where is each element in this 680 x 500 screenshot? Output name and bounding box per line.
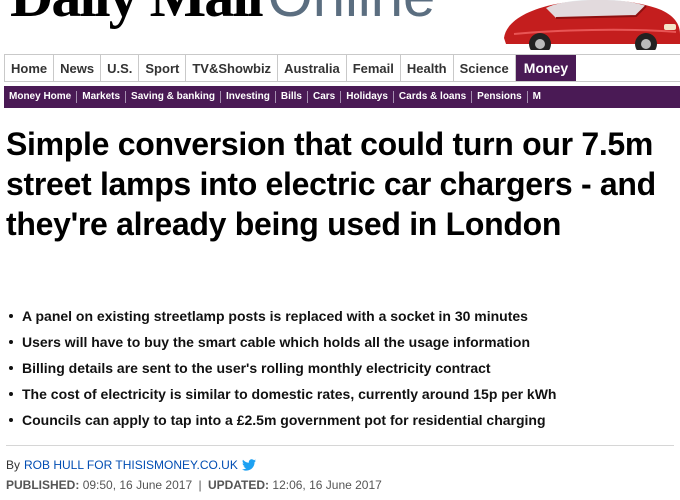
nav-item-sport[interactable]: Sport	[139, 55, 187, 81]
author-link[interactable]: ROB HULL FOR THISISMONEY.CO.UK	[24, 458, 238, 472]
summary-bullet: Billing details are sent to the user's r…	[6, 355, 674, 381]
summary-bullet: The cost of electricity is similar to do…	[6, 381, 674, 407]
logo-online: Online	[268, 0, 436, 29]
site-logo[interactable]: Daily MailOnline	[10, 0, 435, 26]
bullet-dot-icon	[9, 340, 13, 344]
nav-item-health[interactable]: Health	[401, 55, 454, 81]
divider	[6, 445, 674, 446]
summary-bullet: Users will have to buy the smart cable w…	[6, 329, 674, 355]
nav-item-us[interactable]: U.S.	[101, 55, 140, 81]
summary-bullet-text: Billing details are sent to the user's r…	[22, 360, 491, 376]
summary-bullet: A panel on existing streetlamp posts is …	[6, 303, 674, 329]
masthead: Daily MailOnline	[0, 0, 680, 50]
bullet-dot-icon	[9, 418, 13, 422]
summary-bullet-text: A panel on existing streetlamp posts is …	[22, 308, 528, 324]
subnav-item-truncated[interactable]: M	[528, 91, 546, 103]
date-separator: |	[198, 478, 202, 492]
twitter-icon[interactable]	[241, 459, 256, 471]
nav-item-money[interactable]: Money	[515, 55, 577, 81]
nav-item-home[interactable]: Home	[5, 55, 55, 81]
bullet-dot-icon	[9, 392, 13, 396]
money-subnav: Money Home Markets Saving & banking Inve…	[4, 86, 680, 108]
updated-time: 12:06, 16 June 2017	[272, 478, 382, 492]
nav-item-news[interactable]: News	[54, 55, 102, 81]
summary-bullet-text: Users will have to buy the smart cable w…	[22, 334, 531, 350]
subnav-item-pensions[interactable]: Pensions	[472, 91, 528, 103]
summary-bullet: Councils can apply to tap into a £2.5m g…	[6, 407, 674, 433]
subnav-item-saving-banking[interactable]: Saving & banking	[126, 91, 221, 103]
subnav-item-money-home[interactable]: Money Home	[4, 91, 78, 103]
primary-nav: Home News U.S. Sport TV&Showbiz Australi…	[4, 54, 680, 82]
updated-label: UPDATED:	[207, 478, 270, 492]
bullet-dot-icon	[9, 314, 13, 318]
subnav-item-bills[interactable]: Bills	[276, 91, 308, 103]
nav-item-femail[interactable]: Femail	[347, 55, 401, 81]
bullet-dot-icon	[9, 366, 13, 370]
subnav-item-markets[interactable]: Markets	[77, 91, 127, 103]
article-byline: By ROB HULL FOR THISISMONEY.CO.UK	[6, 458, 256, 472]
byline-prefix: By	[6, 458, 21, 472]
subnav-item-cars[interactable]: Cars	[308, 91, 342, 103]
summary-bullet-text: Councils can apply to tap into a £2.5m g…	[22, 412, 546, 428]
nav-item-science[interactable]: Science	[454, 55, 516, 81]
subnav-item-investing[interactable]: Investing	[221, 91, 276, 103]
article-headline: Simple conversion that could turn our 7.…	[6, 126, 656, 242]
article-summary-bullets: A panel on existing streetlamp posts is …	[6, 303, 674, 433]
subnav-item-holidays[interactable]: Holidays	[341, 91, 394, 103]
red-car-advert[interactable]	[496, 0, 680, 50]
logo-daily: Daily Mail	[10, 0, 264, 29]
article-dates: PUBLISHED: 09:50, 16 June 2017 | UPDATED…	[6, 478, 382, 492]
summary-bullet-text: The cost of electricity is similar to do…	[22, 386, 557, 402]
published-label: PUBLISHED:	[6, 478, 80, 492]
nav-item-australia[interactable]: Australia	[278, 55, 347, 81]
subnav-item-cards-loans[interactable]: Cards & loans	[394, 91, 473, 103]
nav-item-tvshowbiz[interactable]: TV&Showbiz	[186, 55, 279, 81]
published-time: 09:50, 16 June 2017	[82, 478, 193, 492]
